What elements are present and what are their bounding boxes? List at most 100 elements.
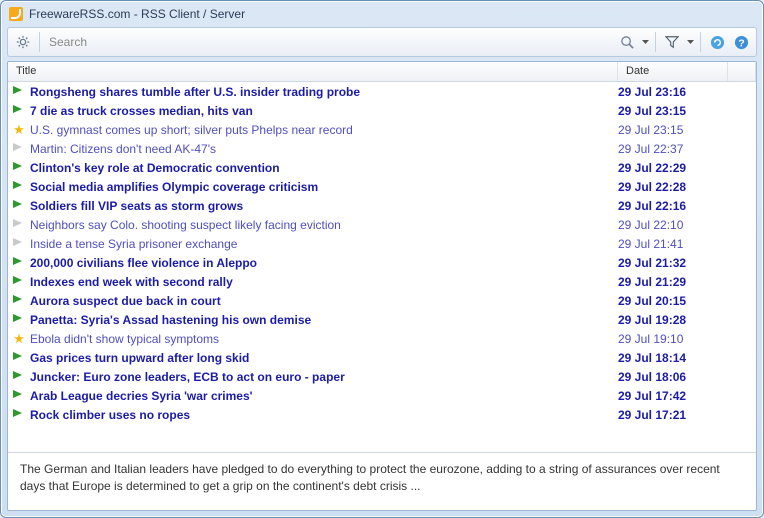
feed-date: 29 Jul 17:21 bbox=[618, 408, 728, 422]
feed-date: 29 Jul 19:10 bbox=[618, 332, 728, 346]
settings-button[interactable] bbox=[12, 31, 34, 53]
flag-green-icon bbox=[8, 295, 30, 307]
feed-title: Martin: Citizens don't need AK-47's bbox=[30, 142, 618, 156]
toolbar-separator bbox=[655, 32, 656, 52]
flag-green-icon bbox=[8, 276, 30, 288]
feed-date: 29 Jul 18:06 bbox=[618, 370, 728, 384]
flag-green-icon bbox=[8, 390, 30, 402]
star-icon: ★ bbox=[8, 124, 30, 136]
feed-date: 29 Jul 19:28 bbox=[618, 313, 728, 327]
flag-green-icon bbox=[8, 352, 30, 364]
star-icon: ★ bbox=[8, 333, 30, 345]
flag-green-icon bbox=[8, 200, 30, 212]
refresh-icon bbox=[710, 35, 725, 50]
feed-date: 29 Jul 20:15 bbox=[618, 294, 728, 308]
chevron-down-icon bbox=[687, 40, 694, 44]
column-header-date[interactable]: Date bbox=[618, 62, 728, 81]
flag-green-icon bbox=[8, 181, 30, 193]
feed-list[interactable]: Rongsheng shares tumble after U.S. insid… bbox=[8, 82, 756, 452]
flag-grey-icon bbox=[8, 219, 30, 231]
feed-title: U.S. gymnast comes up short; silver puts… bbox=[30, 123, 618, 137]
titlebar[interactable]: FreewareRSS.com - RSS Client / Server bbox=[1, 1, 763, 27]
feed-title: Panetta: Syria's Assad hastening his own… bbox=[30, 313, 618, 327]
feed-row[interactable]: Martin: Citizens don't need AK-47's29 Ju… bbox=[8, 139, 756, 158]
gear-icon bbox=[16, 35, 30, 49]
flag-green-icon bbox=[8, 257, 30, 269]
feed-title: 200,000 civilians flee violence in Alepp… bbox=[30, 256, 618, 270]
chevron-down-icon bbox=[642, 40, 649, 44]
app-window: FreewareRSS.com - RSS Client / Server bbox=[0, 0, 764, 518]
flag-green-icon bbox=[8, 162, 30, 174]
feed-title: Arab League decries Syria 'war crimes' bbox=[30, 389, 618, 403]
feed-date: 29 Jul 23:15 bbox=[618, 104, 728, 118]
feed-row[interactable]: Rock climber uses no ropes29 Jul 17:21 bbox=[8, 405, 756, 424]
window-title: FreewareRSS.com - RSS Client / Server bbox=[29, 7, 245, 21]
feed-title: Neighbors say Colo. shooting suspect lik… bbox=[30, 218, 618, 232]
feed-row[interactable]: Social media amplifies Olympic coverage … bbox=[8, 177, 756, 196]
feed-date: 29 Jul 22:16 bbox=[618, 199, 728, 213]
feed-row[interactable]: 7 die as truck crosses median, hits van2… bbox=[8, 101, 756, 120]
feed-title: Gas prices turn upward after long skid bbox=[30, 351, 618, 365]
feed-date: 29 Jul 23:16 bbox=[618, 85, 728, 99]
flag-green-icon bbox=[8, 314, 30, 326]
preview-text: The German and Italian leaders have pled… bbox=[20, 462, 720, 493]
feed-row[interactable]: Indexes end week with second rally29 Jul… bbox=[8, 272, 756, 291]
toolbar: ? bbox=[7, 27, 757, 57]
feed-title: Soldiers fill VIP seats as storm grows bbox=[30, 199, 618, 213]
toolbar-separator bbox=[39, 32, 40, 52]
column-header-title[interactable]: Title bbox=[8, 62, 618, 81]
feed-date: 29 Jul 17:42 bbox=[618, 389, 728, 403]
flag-green-icon bbox=[8, 409, 30, 421]
svg-text:?: ? bbox=[738, 38, 744, 49]
refresh-button[interactable] bbox=[706, 31, 728, 53]
help-button[interactable]: ? bbox=[730, 31, 752, 53]
feed-row[interactable]: Inside a tense Syria prisoner exchange29… bbox=[8, 234, 756, 253]
feed-row[interactable]: ★U.S. gymnast comes up short; silver put… bbox=[8, 120, 756, 139]
filter-dropdown[interactable] bbox=[685, 31, 695, 53]
search-icon bbox=[620, 35, 635, 50]
feed-row[interactable]: Aurora suspect due back in court29 Jul 2… bbox=[8, 291, 756, 310]
feed-date: 29 Jul 23:15 bbox=[618, 123, 728, 137]
feed-row[interactable]: Soldiers fill VIP seats as storm grows29… bbox=[8, 196, 756, 215]
flag-green-icon bbox=[8, 105, 30, 117]
feed-row[interactable]: 200,000 civilians flee violence in Alepp… bbox=[8, 253, 756, 272]
feed-title: Ebola didn't show typical symptoms bbox=[30, 332, 618, 346]
feed-row[interactable]: Panetta: Syria's Assad hastening his own… bbox=[8, 310, 756, 329]
column-header-scroll bbox=[728, 62, 756, 81]
app-icon bbox=[9, 7, 23, 21]
toolbar-separator bbox=[700, 32, 701, 52]
filter-icon bbox=[665, 35, 679, 49]
feed-date: 29 Jul 21:32 bbox=[618, 256, 728, 270]
feed-date: 29 Jul 22:37 bbox=[618, 142, 728, 156]
feed-row[interactable]: ★Ebola didn't show typical symptoms29 Ju… bbox=[8, 329, 756, 348]
content-area: Title Date Rongsheng shares tumble after… bbox=[7, 61, 757, 511]
filter-button[interactable] bbox=[661, 31, 683, 53]
feed-row[interactable]: Rongsheng shares tumble after U.S. insid… bbox=[8, 82, 756, 101]
feed-row[interactable]: Juncker: Euro zone leaders, ECB to act o… bbox=[8, 367, 756, 386]
feed-row[interactable]: Gas prices turn upward after long skid29… bbox=[8, 348, 756, 367]
feed-row[interactable]: Arab League decries Syria 'war crimes'29… bbox=[8, 386, 756, 405]
feed-title: Indexes end week with second rally bbox=[30, 275, 618, 289]
search-button[interactable] bbox=[616, 31, 638, 53]
preview-pane: The German and Italian leaders have pled… bbox=[8, 452, 756, 510]
feed-row[interactable]: Neighbors say Colo. shooting suspect lik… bbox=[8, 215, 756, 234]
feed-title: 7 die as truck crosses median, hits van bbox=[30, 104, 618, 118]
search-box[interactable] bbox=[45, 32, 614, 52]
flag-grey-icon bbox=[8, 143, 30, 155]
flag-green-icon bbox=[8, 371, 30, 383]
feed-title: Rongsheng shares tumble after U.S. insid… bbox=[30, 85, 618, 99]
search-input[interactable] bbox=[49, 35, 610, 49]
search-dropdown[interactable] bbox=[640, 31, 650, 53]
feed-row[interactable]: Clinton's key role at Democratic convent… bbox=[8, 158, 756, 177]
flag-green-icon bbox=[8, 86, 30, 98]
feed-title: Clinton's key role at Democratic convent… bbox=[30, 161, 618, 175]
flag-grey-icon bbox=[8, 238, 30, 250]
feed-title: Juncker: Euro zone leaders, ECB to act o… bbox=[30, 370, 618, 384]
list-header: Title Date bbox=[8, 62, 756, 82]
feed-date: 29 Jul 21:29 bbox=[618, 275, 728, 289]
feed-title: Social media amplifies Olympic coverage … bbox=[30, 180, 618, 194]
feed-title: Rock climber uses no ropes bbox=[30, 408, 618, 422]
feed-date: 29 Jul 21:41 bbox=[618, 237, 728, 251]
feed-date: 29 Jul 22:29 bbox=[618, 161, 728, 175]
help-icon: ? bbox=[734, 35, 749, 50]
